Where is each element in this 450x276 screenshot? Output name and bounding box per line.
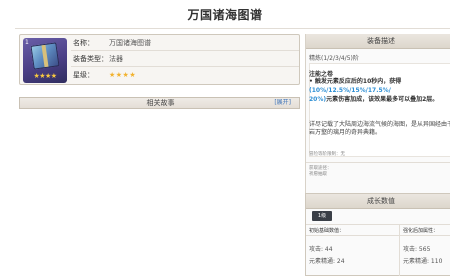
item-level-badge: 1 [25, 39, 29, 46]
info-label-type: 装备类型： [73, 55, 108, 63]
page-title: 万国诸海图谱 [187, 8, 263, 22]
rarity-stars-icon: ★★★★ [33, 72, 57, 80]
growth-header: 成长数值 [306, 194, 450, 209]
base-attack: 攻击: 44 [309, 246, 333, 253]
equipment-info-card: 1 ★★★★ 名称： 万国诸海图谱 装备类型： 法器 星级： ★★★★ [19, 34, 300, 85]
star-rating-icon: ★★★★ [109, 71, 137, 79]
enhanced-attack: 攻击: 565 [403, 246, 431, 253]
info-row-rarity: 星级： ★★★★ [71, 67, 299, 83]
enhanced-values-heading: 强化后加属性： [403, 228, 439, 234]
stats-column-divider [399, 225, 400, 276]
info-value-name: 万国诸海图谱 [109, 39, 151, 47]
rank-requirement: 冒险等阶限制：无 [309, 152, 345, 157]
info-value-type: 法器 [109, 55, 123, 63]
lore-text: 详尽记载了大陆周边海流气候的海图，是从异国经由千岩万壑的璃月的奇异典籍。 [309, 121, 450, 136]
refinement-levels: 精炼(1/2/3/4/5)阶 [309, 55, 359, 62]
base-elemental-mastery: 元素精通: 24 [309, 258, 345, 265]
related-story-title: 相关故事 [146, 99, 175, 107]
meta-divider [306, 162, 450, 163]
info-label-name: 名称： [73, 39, 94, 47]
effect-suffix: 元素伤害加成，该效果最多可以叠加2层。 [326, 96, 439, 103]
description-header: 装备描述 [306, 34, 450, 49]
effect-highlight-values-end: 20%) [309, 96, 327, 103]
level-tab[interactable]: 1级 [312, 211, 332, 221]
enhanced-elemental-mastery: 元素精通: 110 [403, 258, 443, 265]
book-catalyst-icon: 1 ★★★★ [23, 38, 67, 83]
base-values-heading: 初始基础数值： [309, 228, 345, 234]
info-row-type: 装备类型： 法器 [71, 51, 299, 67]
stats-header-divider [306, 235, 450, 236]
info-label-rarity: 星级： [73, 71, 94, 79]
title-divider [15, 28, 450, 29]
related-story-bar[interactable]: 相关故事 [展开] [19, 97, 300, 109]
info-rows: 名称： 万国诸海图谱 装备类型： 法器 星级： ★★★★ [71, 35, 299, 83]
acquisition-value: 祈愿抽取 [309, 172, 327, 177]
acquisition-label: 获取途径： [309, 166, 332, 171]
effect-prefix: • 触发元素反应后的10秒内，获得 [309, 78, 402, 85]
expand-toggle-link[interactable]: [展开] [274, 98, 291, 108]
passive-effect-text: • 触发元素反应后的10秒内，获得 (10%/12.5%/15%/17.5%/ 20… [309, 77, 450, 104]
acquisition-info: 获取途径： 祈愿抽取 [309, 166, 332, 178]
stats-top-divider [306, 224, 450, 225]
equipment-description-panel: 装备描述 精炼(1/2/3/4/5)阶 注能之卷 • 触发元素反应后的10秒内，… [305, 34, 450, 194]
effect-highlight-values: (10%/12.5%/15%/17.5%/ [309, 87, 391, 94]
info-row-name: 名称： 万国诸海图谱 [71, 35, 299, 51]
growth-values-panel: 成长数值 1级 初始基础数值： 强化后加属性： 攻击: 44 元素精通: 24 … [305, 193, 450, 276]
